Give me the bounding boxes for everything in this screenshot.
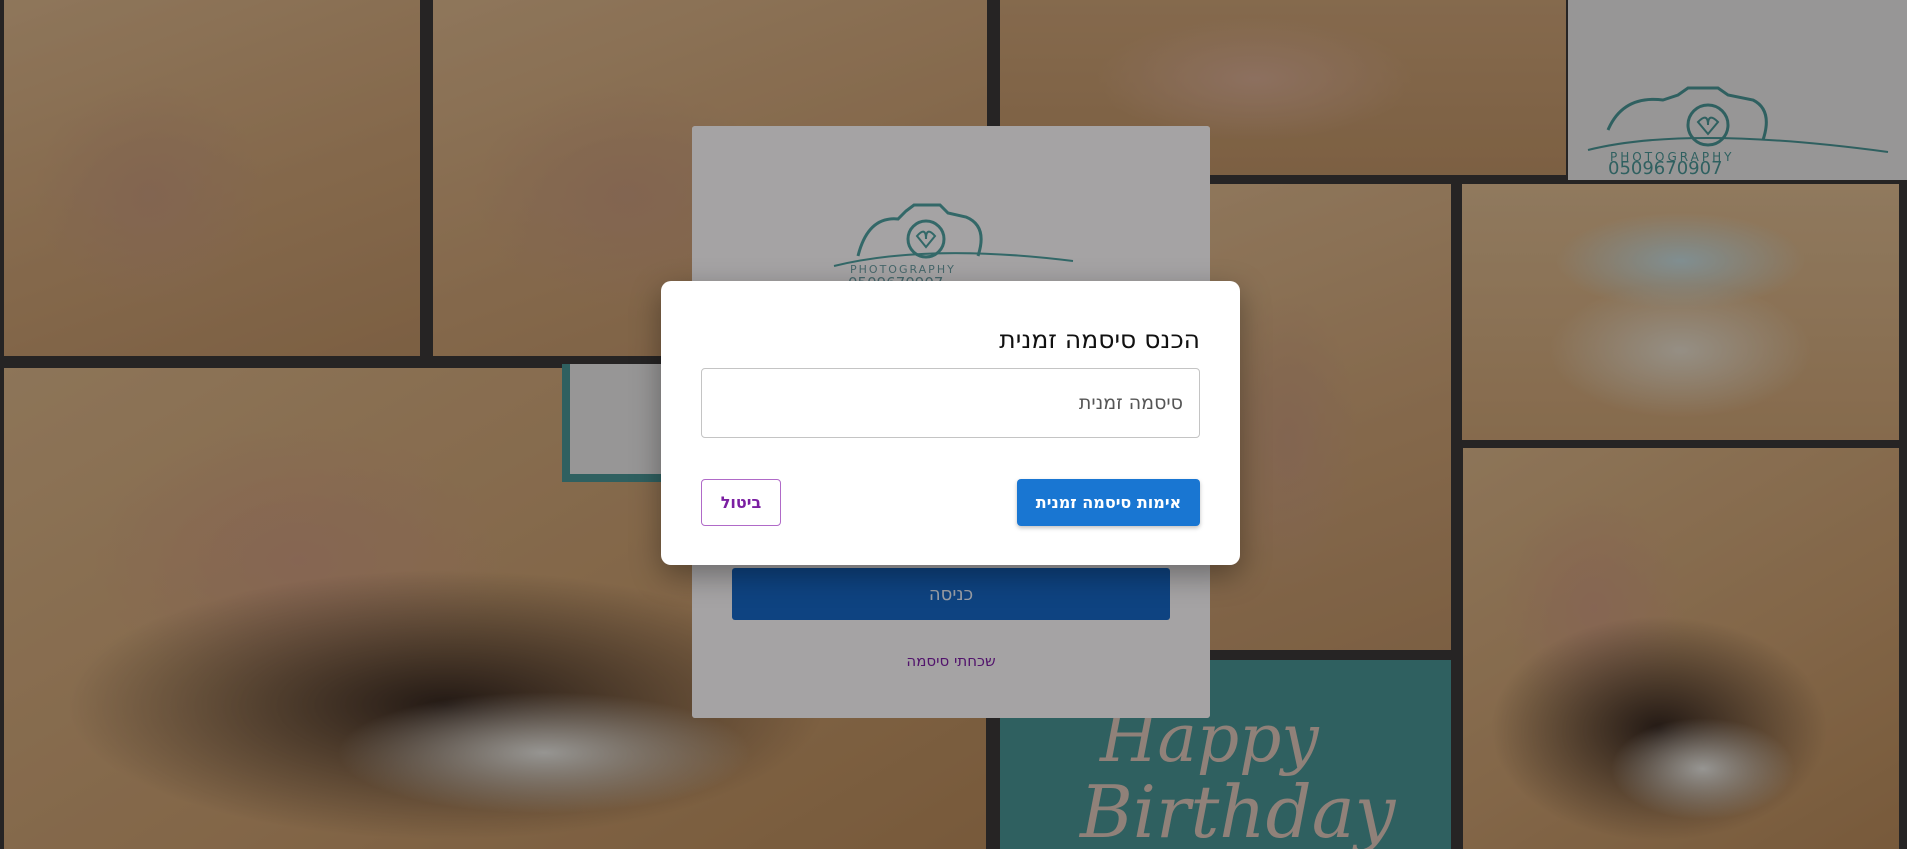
temporary-password-input[interactable]: [701, 368, 1200, 438]
verify-temporary-password-button[interactable]: אימות סיסמה זמנית: [1017, 479, 1200, 526]
temporary-password-dialog: הכנס סיסמה זמנית אימות סיסמה זמנית ביטול: [661, 281, 1240, 565]
dialog-title: הכנס סיסמה זמנית: [999, 325, 1200, 354]
cancel-button[interactable]: ביטול: [701, 479, 781, 526]
